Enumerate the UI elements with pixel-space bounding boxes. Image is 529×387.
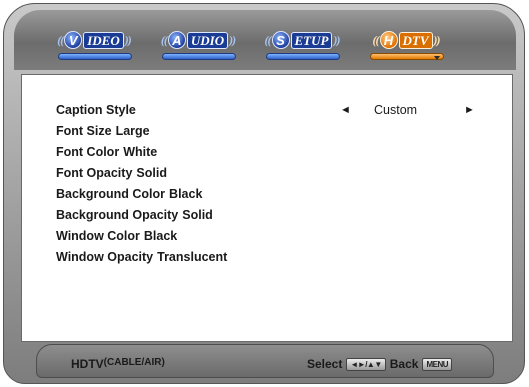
- right-arrow-icon[interactable]: ►: [464, 100, 475, 120]
- font-color-value: White: [123, 145, 158, 159]
- tab-setup[interactable]: (( S ETUP )): [252, 26, 352, 66]
- font-color-row[interactable]: Font Color White: [56, 142, 157, 162]
- key-hints: Select ◄►/▲▼ Back MENU: [307, 355, 453, 373]
- font-opacity-value: Solid: [136, 166, 167, 180]
- arrow-keys-icon: ◄►/▲▼: [346, 357, 386, 371]
- window-opacity-value: Translucent: [157, 250, 228, 264]
- tab-bar: (( V IDEO )) (( A UDIO )) (( S ETUP )) (…: [14, 10, 516, 70]
- tab-audio-letter: A: [167, 31, 186, 49]
- tab-hdtv-indicator: [370, 53, 444, 60]
- osd-frame: (( V IDEO )) (( A UDIO )) (( S ETUP )) (…: [3, 3, 525, 384]
- tab-video-letter: V: [64, 31, 83, 49]
- window-color-value: Black: [143, 229, 178, 243]
- background-color-row[interactable]: Background Color Black: [56, 184, 202, 204]
- background-opacity-value: Solid: [182, 208, 213, 222]
- tab-hdtv[interactable]: (( H DTV )): [356, 26, 456, 66]
- tab-hdtv-label: DTV: [398, 31, 433, 49]
- active-tab-marker-icon: [434, 56, 440, 60]
- background-color-value: Black: [169, 187, 203, 201]
- window-color-row[interactable]: Window Color Black: [56, 226, 177, 246]
- window-opacity-label: Window Opacity: [56, 250, 154, 264]
- tab-video-indicator: [58, 53, 132, 60]
- caption-style-row[interactable]: Caption Style: [56, 100, 140, 120]
- font-color-label: Font Color: [56, 145, 120, 159]
- window-opacity-row[interactable]: Window Opacity Translucent: [56, 247, 227, 267]
- tab-audio[interactable]: (( A UDIO )): [148, 26, 248, 66]
- font-size-row[interactable]: Font Size Large: [56, 121, 150, 141]
- tab-audio-label: UDIO: [186, 31, 229, 49]
- window-color-label: Window Color: [56, 229, 140, 243]
- menu-key-icon: MENU: [422, 357, 453, 371]
- input-source-name: HDTV: [71, 357, 104, 371]
- input-source: HDTV(CABLE/AIR): [71, 357, 165, 371]
- status-bar: HDTV(CABLE/AIR) Select ◄►/▲▼ Back MENU: [36, 344, 494, 378]
- settings-panel: Caption Style ◄ Custom ► Font Size Large …: [21, 74, 513, 342]
- background-opacity-row[interactable]: Background Opacity Solid: [56, 205, 213, 225]
- tab-setup-indicator: [266, 53, 340, 60]
- background-color-label: Background Color: [56, 187, 166, 201]
- background-opacity-label: Background Opacity: [56, 208, 179, 222]
- tab-hdtv-letter: H: [379, 31, 398, 49]
- caption-style-label: Caption Style: [56, 103, 136, 117]
- left-arrow-icon[interactable]: ◄: [340, 100, 351, 120]
- caption-style-selector[interactable]: ◄ Custom ►: [340, 100, 480, 120]
- tab-audio-indicator: [162, 53, 236, 60]
- font-opacity-row[interactable]: Font Opacity Solid: [56, 163, 167, 183]
- font-size-value: Large: [115, 124, 150, 138]
- caption-style-value: Custom: [374, 103, 418, 117]
- font-size-label: Font Size: [56, 124, 112, 138]
- tab-video[interactable]: (( V IDEO )): [44, 26, 144, 66]
- input-source-detail: (CABLE/AIR): [103, 357, 165, 368]
- select-hint-label: Select: [307, 357, 343, 371]
- back-hint-label: Back: [389, 357, 419, 371]
- tab-video-label: IDEO: [83, 31, 124, 49]
- tab-setup-letter: S: [271, 31, 290, 49]
- tab-setup-label: ETUP: [290, 31, 333, 49]
- font-opacity-label: Font Opacity: [56, 166, 133, 180]
